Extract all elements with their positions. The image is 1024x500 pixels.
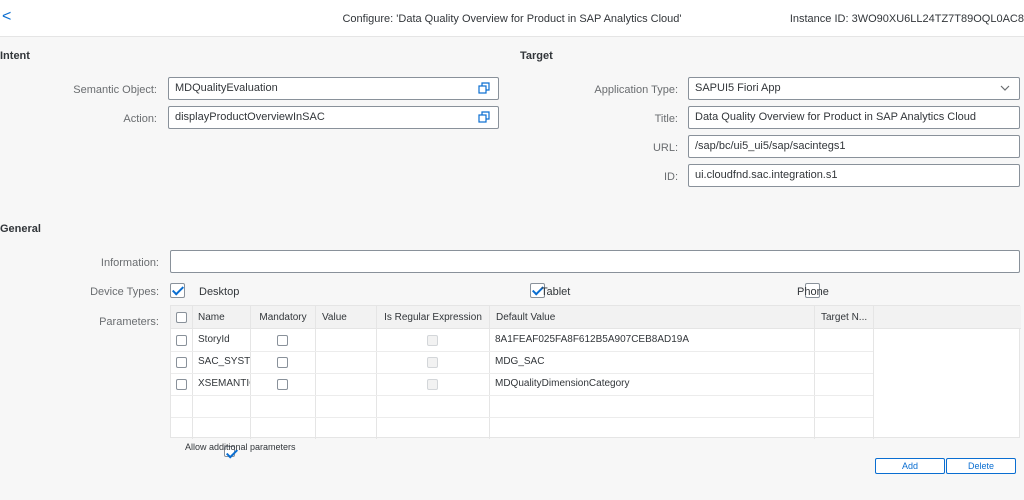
- row-select-checkbox[interactable]: [176, 357, 187, 368]
- desktop-label: Desktop: [199, 286, 240, 298]
- application-type-select[interactable]: SAPUI5 Fiori App: [688, 77, 1020, 100]
- action-value: displayProductOverviewInSAC: [175, 111, 325, 123]
- parameters-label: Parameters:: [99, 316, 159, 328]
- default-value[interactable]: 8A1FEAF025FA8F612B5A907CEB8AD19A: [495, 329, 811, 351]
- general-section-title: General: [0, 223, 41, 235]
- select-all-checkbox[interactable]: [176, 312, 187, 323]
- allow-additional-label: Allow additional parameters: [185, 442, 296, 452]
- phone-label: Phone: [797, 286, 829, 298]
- value-help-icon[interactable]: [478, 82, 490, 94]
- param-name[interactable]: SAC_SYSTE: [198, 351, 250, 373]
- action-label: Action:: [123, 113, 157, 125]
- id-label: ID:: [663, 171, 678, 183]
- column-header-default-value[interactable]: Default Value: [490, 306, 814, 329]
- default-value[interactable]: MDG_SAC: [495, 351, 811, 373]
- tablet-label: Tablet: [541, 286, 571, 298]
- information-label: Information:: [100, 257, 159, 269]
- delete-button[interactable]: Delete: [946, 458, 1016, 474]
- regex-checkbox: [427, 335, 438, 346]
- param-name[interactable]: XSEMANTIC: [198, 373, 250, 395]
- url-label: URL:: [652, 142, 678, 154]
- mandatory-checkbox[interactable]: [277, 379, 288, 390]
- instance-id: Instance ID: 3WO90XU6LL24TZ7T89OQL0AC8: [789, 13, 1024, 25]
- parameters-table: Name Mandatory Value Is Regular Expressi…: [170, 305, 1021, 439]
- desktop-checkbox[interactable]: [170, 283, 185, 298]
- column-header-is-regex[interactable]: Is Regular Expression: [377, 306, 489, 329]
- device-types-label: Device Types:: [90, 286, 159, 298]
- mandatory-checkbox[interactable]: [277, 357, 288, 368]
- id-field[interactable]: ui.cloudfnd.sac.integration.s1: [688, 164, 1020, 187]
- column-header-mandatory[interactable]: Mandatory: [251, 306, 315, 329]
- row-select-checkbox[interactable]: [176, 335, 187, 346]
- param-name[interactable]: StoryId: [198, 329, 250, 351]
- mandatory-checkbox[interactable]: [277, 335, 288, 346]
- semantic-object-field[interactable]: MDQualityEvaluation: [168, 77, 499, 100]
- regex-checkbox: [427, 357, 438, 368]
- column-header-value[interactable]: Value: [316, 306, 376, 329]
- information-field[interactable]: [170, 250, 1020, 273]
- column-header-target-name[interactable]: Target N...: [815, 306, 873, 329]
- column-header-name[interactable]: Name: [192, 306, 250, 329]
- value-help-icon[interactable]: [478, 111, 490, 123]
- url-field[interactable]: /sap/bc/ui5_ui5/sap/sacintegs1: [688, 135, 1020, 158]
- intent-section-title: Intent: [0, 50, 30, 62]
- regex-checkbox: [427, 379, 438, 390]
- row-divider: [171, 395, 873, 396]
- row-divider: [171, 417, 873, 418]
- target-section-title: Target: [520, 50, 553, 62]
- chevron-down-icon: [1000, 85, 1010, 91]
- default-value[interactable]: MDQualityDimensionCategory: [495, 373, 811, 395]
- semantic-object-label: Semantic Object:: [73, 84, 157, 96]
- row-select-checkbox[interactable]: [176, 379, 187, 390]
- column-divider: [873, 306, 874, 439]
- application-type-value: SAPUI5 Fiori App: [695, 82, 781, 94]
- application-type-label: Application Type:: [594, 84, 678, 96]
- semantic-object-value: MDQualityEvaluation: [175, 82, 278, 94]
- action-field[interactable]: displayProductOverviewInSAC: [168, 106, 499, 129]
- title-field[interactable]: Data Quality Overview for Product in SAP…: [688, 106, 1020, 129]
- title-label: Title:: [654, 113, 678, 125]
- add-button[interactable]: Add: [875, 458, 945, 474]
